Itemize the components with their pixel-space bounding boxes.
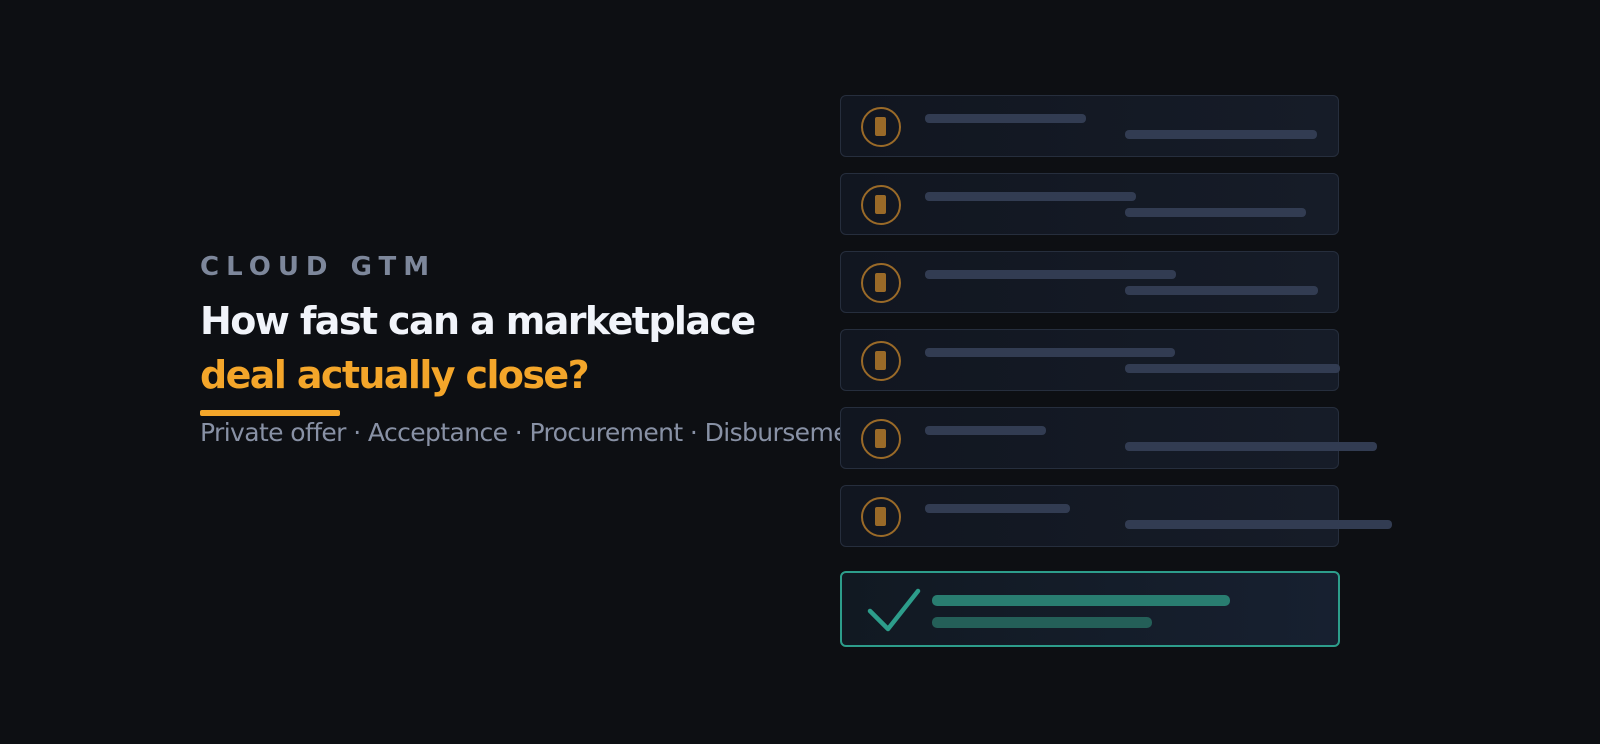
subtitle: Private offer · Acceptance · Procurement… bbox=[200, 418, 873, 447]
headline-line-2: deal actually close? bbox=[200, 353, 590, 397]
timeline-row-pending bbox=[840, 329, 1340, 391]
timeline-row-pending bbox=[840, 485, 1392, 547]
placeholder-line bbox=[925, 192, 1136, 201]
pending-icon bbox=[861, 419, 901, 459]
placeholder-line bbox=[1125, 130, 1317, 139]
eyebrow-label: CLOUD GTM bbox=[200, 252, 437, 282]
pending-icon bbox=[861, 185, 901, 225]
placeholder-line-primary bbox=[932, 595, 1230, 606]
placeholder-line bbox=[925, 348, 1175, 357]
pending-icon bbox=[861, 107, 901, 147]
headline: How fast can a marketplace deal actually… bbox=[200, 294, 872, 402]
accent-underline bbox=[200, 410, 340, 416]
timeline-row-pending bbox=[840, 95, 1339, 157]
headline-line-1: How fast can a marketplace bbox=[200, 299, 756, 343]
placeholder-line bbox=[1125, 286, 1318, 295]
placeholder-line bbox=[925, 114, 1086, 123]
pending-icon bbox=[861, 263, 901, 303]
check-icon bbox=[867, 588, 921, 632]
placeholder-line bbox=[1125, 364, 1340, 373]
timeline-row-pending bbox=[840, 173, 1339, 235]
pending-icon bbox=[861, 497, 901, 537]
timeline-row-pending bbox=[840, 407, 1377, 469]
hero: CLOUD GTM How fast can a marketplace dea… bbox=[200, 252, 873, 447]
pending-icon bbox=[861, 341, 901, 381]
timeline-row-complete bbox=[840, 571, 1340, 647]
placeholder-line bbox=[925, 426, 1046, 435]
placeholder-line-secondary bbox=[932, 617, 1152, 628]
timeline-row-pending bbox=[840, 251, 1339, 313]
placeholder-line bbox=[925, 504, 1070, 513]
placeholder-line bbox=[1125, 520, 1392, 529]
placeholder-line bbox=[1125, 442, 1377, 451]
placeholder-line bbox=[925, 270, 1176, 279]
placeholder-line bbox=[1125, 208, 1306, 217]
